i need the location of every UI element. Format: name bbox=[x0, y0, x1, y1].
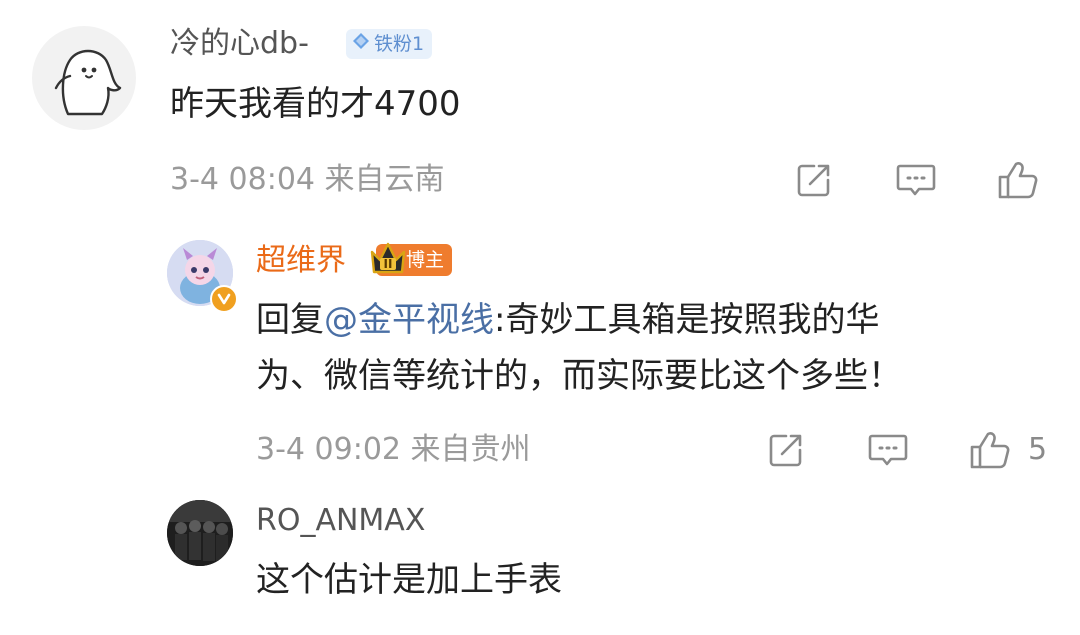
like-icon bbox=[970, 432, 1010, 469]
avatar-ro-anmax[interactable] bbox=[167, 500, 233, 566]
ro-anmax-username[interactable]: RO_ANMAX bbox=[256, 503, 425, 539]
comment-text: 昨天我看的才4700 bbox=[170, 84, 461, 124]
fan-badge[interactable]: 铁粉1 bbox=[346, 29, 433, 59]
repost-button[interactable] bbox=[788, 154, 840, 206]
comment-icon bbox=[868, 434, 908, 466]
repost-icon bbox=[769, 434, 802, 467]
ghost-avatar-icon bbox=[54, 49, 122, 116]
blogger-username[interactable]: 超维界 bbox=[256, 243, 346, 279]
like-button[interactable] bbox=[992, 154, 1044, 206]
verified-icon bbox=[210, 285, 238, 313]
reply-comment-button[interactable] bbox=[862, 424, 914, 476]
reply-text: 回复@金平视线:奇妙工具箱是按照我的华 为、微信等统计的，而实际要比这个多些！ bbox=[256, 292, 1016, 404]
host-badge-label: 博主 bbox=[406, 249, 445, 271]
like-count: 5 bbox=[1028, 432, 1048, 467]
avatar-commenter[interactable] bbox=[32, 26, 136, 130]
level-mark: II bbox=[383, 257, 393, 271]
repost-icon bbox=[797, 164, 830, 197]
reply-prefix: 回复 bbox=[256, 300, 324, 340]
reply-like-button[interactable] bbox=[964, 424, 1016, 476]
comment-button[interactable] bbox=[890, 154, 942, 206]
comment-icon bbox=[896, 164, 936, 196]
like-icon bbox=[998, 162, 1038, 199]
reply-2-text: 这个估计是加上手表 bbox=[256, 560, 562, 600]
group-photo-avatar-icon bbox=[167, 500, 233, 566]
reply-text-line2: 为、微信等统计的，而实际要比这个多些！ bbox=[256, 356, 902, 396]
reply-repost-button[interactable] bbox=[760, 424, 812, 476]
reply-text-line1: :奇妙工具箱是按照我的华 bbox=[494, 300, 880, 340]
crown-icon: II bbox=[368, 238, 408, 278]
mention-link[interactable]: @金平视线 bbox=[324, 300, 494, 340]
reply-meta: 3-4 09:02 来自贵州 bbox=[256, 432, 531, 467]
fan-badge-label: 铁粉1 bbox=[374, 33, 425, 55]
diamond-icon bbox=[352, 29, 370, 59]
commenter-username[interactable]: 冷的心db- bbox=[170, 26, 309, 62]
comment-meta: 3-4 08:04 来自云南 bbox=[170, 162, 445, 197]
